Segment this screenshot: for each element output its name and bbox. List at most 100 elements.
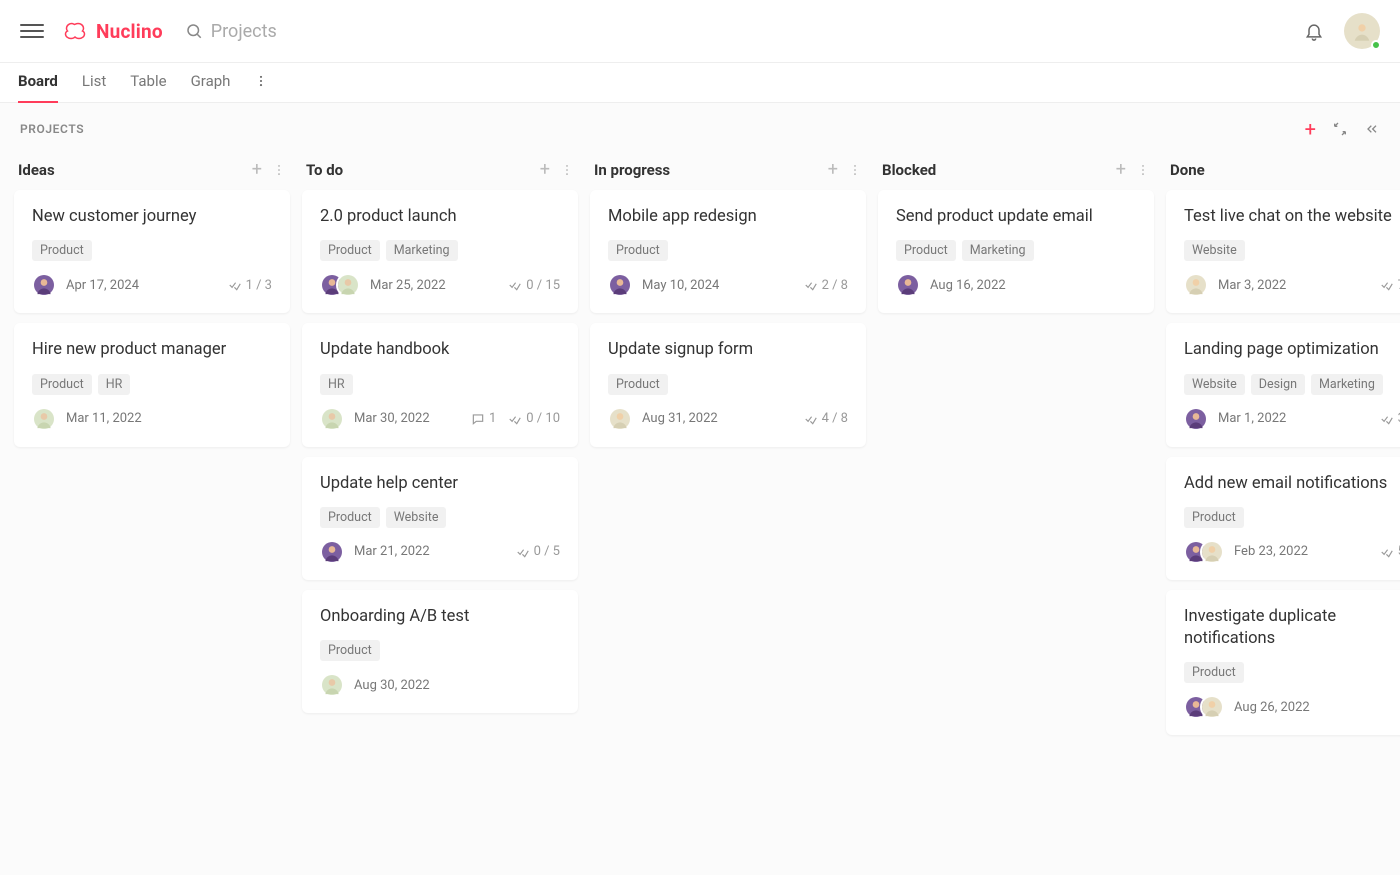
avatar [320, 540, 344, 564]
card-tags: Product [320, 640, 560, 661]
card-title: Update signup form [608, 339, 848, 361]
card[interactable]: Test live chat on the websiteWebsiteMar … [1166, 190, 1400, 313]
tab-more-icon[interactable] [254, 73, 268, 102]
chevron-double-left-icon[interactable] [1364, 121, 1380, 137]
card[interactable]: 2.0 product launchProductMarketingMar 25… [302, 190, 578, 313]
card-date: Aug 26, 2022 [1234, 700, 1310, 715]
search-icon [185, 22, 203, 40]
column-add-icon[interactable]: + [828, 159, 838, 180]
card-date: Mar 30, 2022 [354, 411, 430, 426]
card[interactable]: Add new email notifications Product Feb 23… [1166, 457, 1400, 580]
tag: Website [1184, 374, 1245, 395]
card[interactable]: Hire new product managerProductHRMar 11,… [14, 323, 290, 446]
board-title: PROJECTS [20, 122, 84, 136]
card-assignees [1184, 695, 1228, 719]
card-assignees [32, 273, 60, 297]
column-ideas: Ideas + New customer journeyProductApr 1… [14, 153, 290, 735]
tag: Product [1184, 507, 1244, 528]
card-tags: Product [608, 374, 848, 395]
column-add-icon[interactable]: + [1116, 159, 1126, 180]
card[interactable]: New customer journey Product Apr 17, 2024 1… [14, 190, 290, 313]
notifications-icon[interactable] [1304, 21, 1324, 41]
avatar [608, 273, 632, 297]
tab-list[interactable]: List [82, 63, 106, 102]
online-status-indicator [1371, 40, 1381, 50]
tag: Product [896, 240, 956, 261]
card-tags: Website [1184, 240, 1400, 261]
checklist-progress: 5 / 5 [1380, 544, 1400, 559]
card-title: Add new email notifications [1184, 473, 1400, 495]
card-assignees [608, 407, 636, 431]
avatar [32, 273, 56, 297]
card-title: New customer journey [32, 206, 272, 228]
checklist-progress: 1 / 3 [228, 278, 272, 293]
column-title: Blocked [882, 161, 936, 179]
card-date: Mar 1, 2022 [1218, 411, 1286, 426]
column-more-icon[interactable] [560, 163, 574, 177]
card-tags: Product [32, 240, 272, 261]
tab-board[interactable]: Board [18, 63, 58, 102]
card[interactable]: Mobile app redesignProductMay 10, 20242 … [590, 190, 866, 313]
tab-table[interactable]: Table [130, 63, 166, 102]
tag: Product [320, 240, 380, 261]
card-title: Onboarding A/B test [320, 606, 560, 628]
card-date: May 10, 2024 [642, 278, 719, 293]
column-title: Done [1170, 161, 1205, 179]
card-title: 2.0 product launch [320, 206, 560, 228]
tag: Marketing [386, 240, 458, 261]
brand-name: Nuclino [96, 20, 163, 43]
brand-logo[interactable]: Nuclino [62, 20, 163, 43]
column-more-icon[interactable] [1136, 163, 1150, 177]
tag: Product [320, 507, 380, 528]
card[interactable]: Investigate duplicate notifications Produ… [1166, 590, 1400, 736]
card-date: Aug 30, 2022 [354, 678, 430, 693]
column-more-icon[interactable] [272, 163, 286, 177]
tag: HR [98, 374, 131, 395]
search-input[interactable]: Projects [185, 21, 277, 42]
card-title: Test live chat on the website [1184, 206, 1400, 228]
avatar [320, 407, 344, 431]
add-item-button[interactable]: + [1305, 117, 1316, 141]
card-date: Aug 31, 2022 [642, 411, 718, 426]
card-date: Apr 17, 2024 [66, 278, 139, 293]
user-avatar[interactable] [1344, 13, 1380, 49]
checklist-progress: 0 / 15 [508, 278, 560, 293]
avatar [1200, 540, 1224, 564]
avatar [320, 673, 344, 697]
card[interactable]: Update signup formProductAug 31, 20224 /… [590, 323, 866, 446]
tag: Product [608, 240, 668, 261]
card[interactable]: Update help centerProductWebsiteMar 21, … [302, 457, 578, 580]
card[interactable]: Send product update emailProductMarketin… [878, 190, 1154, 313]
column-add-icon[interactable]: + [252, 159, 262, 180]
topbar: Nuclino Projects [0, 0, 1400, 63]
hamburger-menu-button[interactable] [20, 19, 44, 43]
card-tags: ProductHR [32, 374, 272, 395]
card-title: Investigate duplicate notifications [1184, 606, 1400, 651]
checklist-progress: 2 / 8 [804, 278, 848, 293]
tag: Marketing [962, 240, 1034, 261]
card[interactable]: Onboarding A/B test Product Aug 30, 2022 [302, 590, 578, 713]
card[interactable]: Landing page optimizationWebsiteDesignMa… [1166, 323, 1400, 446]
card[interactable]: Update handbookHRMar 30, 202210 / 10 [302, 323, 578, 446]
tag: Product [32, 240, 92, 261]
column-more-icon[interactable] [848, 163, 862, 177]
card-assignees [320, 407, 348, 431]
search-placeholder: Projects [211, 21, 277, 42]
card-assignees [1184, 273, 1212, 297]
column-title: To do [306, 161, 343, 179]
card-tags: HR [320, 374, 560, 395]
column-title: In progress [594, 161, 670, 179]
tag: HR [320, 374, 353, 395]
avatar [32, 407, 56, 431]
tag: Product [320, 640, 380, 661]
collapse-icon[interactable] [1332, 121, 1348, 137]
card-tags: Product Marketing [896, 240, 1136, 261]
card-title: Hire new product manager [32, 339, 272, 361]
card-tags: WebsiteDesignMarketing [1184, 374, 1400, 395]
column-in-progress: In progress + Mobile app redesignProduct… [590, 153, 866, 735]
checklist-progress: 0 / 5 [516, 544, 560, 559]
card-date: Feb 23, 2022 [1234, 544, 1308, 559]
column-add-icon[interactable]: + [540, 159, 550, 180]
tab-graph[interactable]: Graph [191, 63, 231, 102]
card-tags: Product [1184, 662, 1400, 683]
